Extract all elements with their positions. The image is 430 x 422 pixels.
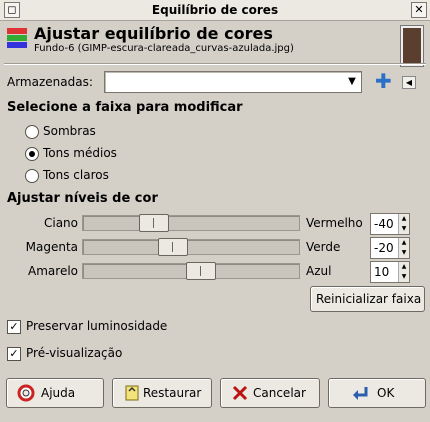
yellow-label: Amarelo xyxy=(28,264,78,278)
chevron-down-icon: ▼ xyxy=(348,76,356,87)
magenta-label: Magenta xyxy=(25,240,78,254)
presets-label: Armazenadas: xyxy=(7,75,93,89)
restore-label: Restaurar xyxy=(143,386,202,400)
reset-range-button[interactable]: Reinicializar faixa xyxy=(310,286,425,312)
slider-handle[interactable] xyxy=(186,262,216,280)
image-name: Fundo-6 (GIMP-escura-clareada_curvas-azu… xyxy=(34,43,294,54)
cyan-red-spinbutton[interactable]: -40 ▲ ▼ xyxy=(370,213,410,235)
cyan-label: Ciano xyxy=(43,216,78,230)
radio-label: Sombras xyxy=(43,124,96,138)
magenta-green-slider[interactable] xyxy=(82,238,300,256)
lifebuoy-icon xyxy=(17,384,35,402)
preset-menu-icon[interactable]: ◀ xyxy=(402,76,416,89)
spin-value: 10 xyxy=(374,265,390,279)
restore-icon xyxy=(125,385,139,401)
window-title: Equilíbrio de cores xyxy=(151,3,279,17)
green-label: Verde xyxy=(306,240,341,254)
presets-combo[interactable]: ▼ xyxy=(104,71,362,93)
yellow-blue-spinbutton[interactable]: 10 ▲ ▼ xyxy=(370,261,410,283)
color-balance-icon xyxy=(7,28,27,48)
cancel-label: Cancelar xyxy=(253,386,306,400)
blue-label: Azul xyxy=(306,264,332,278)
checkbox[interactable]: ✓ xyxy=(7,320,21,334)
magenta-green-spinbutton[interactable]: -20 ▲ ▼ xyxy=(370,237,410,259)
preserve-luminosity-label: Preservar luminosidade xyxy=(26,319,168,333)
range-heading: Selecione a faixa para modificar xyxy=(7,100,243,115)
ok-label: OK xyxy=(377,386,395,400)
radio-button[interactable] xyxy=(25,125,39,139)
add-preset-icon[interactable]: ✚ xyxy=(375,71,392,91)
ok-button[interactable]: OK xyxy=(328,378,426,408)
help-label: Ajuda xyxy=(41,386,76,400)
cyan-red-slider[interactable] xyxy=(82,214,300,232)
dialog-title: Ajustar equilíbrio de cores xyxy=(34,24,273,43)
radio-button[interactable] xyxy=(25,169,39,183)
yellow-blue-slider[interactable] xyxy=(82,262,300,280)
checkbox[interactable]: ✓ xyxy=(7,347,21,361)
slider-handle[interactable] xyxy=(158,238,188,256)
spin-value: -40 xyxy=(374,217,394,231)
spin-arrows-icon[interactable]: ▲ ▼ xyxy=(398,238,409,258)
red-label: Vermelho xyxy=(306,216,363,230)
cancel-button[interactable]: Cancelar xyxy=(220,378,320,408)
spin-arrows-icon[interactable]: ▲ ▼ xyxy=(398,262,409,282)
levels-heading: Ajustar níveis de cor xyxy=(7,191,158,206)
radio-label: Tons claros xyxy=(43,168,109,182)
reset-range-label: Reinicializar faixa xyxy=(316,292,422,306)
header-separator xyxy=(4,63,426,65)
preview-label: Pré-visualização xyxy=(26,346,123,360)
spin-value: -20 xyxy=(374,241,394,255)
slider-handle[interactable] xyxy=(139,214,169,232)
image-thumbnail xyxy=(401,26,423,66)
radio-button[interactable] xyxy=(25,147,39,161)
title-bar: ◻ Equilíbrio de cores ✕ xyxy=(0,0,430,21)
close-icon[interactable]: ✕ xyxy=(411,2,427,18)
restore-button[interactable]: Restaurar xyxy=(112,378,212,408)
cancel-icon xyxy=(232,385,248,401)
help-button[interactable]: Ajuda xyxy=(6,378,104,408)
spin-arrows-icon[interactable]: ▲ ▼ xyxy=(398,214,409,234)
radio-label: Tons médios xyxy=(43,146,117,160)
enter-arrow-icon xyxy=(353,387,368,400)
